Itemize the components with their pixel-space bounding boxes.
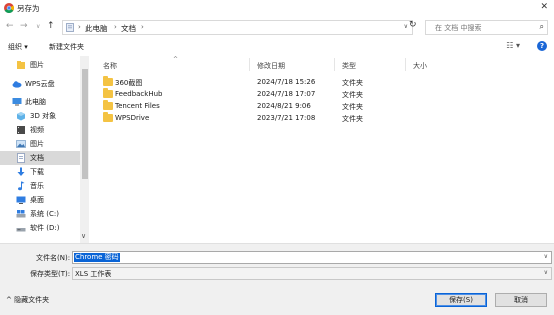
help-icon[interactable]: ? xyxy=(537,41,547,51)
this-pc-icon xyxy=(12,97,22,107)
search-input[interactable] xyxy=(435,22,535,33)
back-arrow-icon[interactable]: ← xyxy=(6,21,14,31)
table-row[interactable]: WPSDrive 2023/7/21 17:08 文件夹 xyxy=(103,112,553,125)
filetype-label: 保存类型(T): xyxy=(30,270,71,278)
filename-value: Chrome 密码 xyxy=(74,253,120,262)
sidebar-item-drive-d[interactable]: 软件 (D:) xyxy=(0,221,80,235)
organize-button[interactable]: 组织 ▾ xyxy=(8,42,28,52)
sidebar-item-music[interactable]: 音乐 xyxy=(0,179,80,193)
new-folder-button[interactable]: 新建文件夹 xyxy=(49,42,84,52)
save-panel: 文件名(N): Chrome 密码 ∨ 保存类型(T): XLS 工作表 ∨ ^… xyxy=(0,243,554,315)
file-list: ^ 名称 修改日期 类型 大小 360截图 2024/7/18 15:26 文件… xyxy=(89,56,554,243)
folder-icon xyxy=(103,112,113,122)
column-header-type[interactable]: 类型 xyxy=(342,61,356,71)
sidebar-item-desktop[interactable]: 桌面 xyxy=(0,193,80,207)
chevron-down-icon[interactable]: ∨ xyxy=(544,269,548,276)
sidebar-item-documents[interactable]: 文档 xyxy=(0,151,80,165)
breadcrumb-separator-icon: › xyxy=(141,23,144,31)
sidebar-item-wps-cloud[interactable]: WPS云盘 xyxy=(0,77,80,91)
sidebar-item-pictures-quick[interactable]: 图片 xyxy=(0,58,80,72)
column-header-name[interactable]: 名称 xyxy=(103,61,117,71)
documents-icon xyxy=(16,153,26,163)
music-icon xyxy=(16,181,26,191)
wps-cloud-icon xyxy=(12,79,22,89)
folder-location-icon xyxy=(66,23,74,32)
sidebar-item-pictures[interactable]: 图片 xyxy=(0,137,80,151)
navigation-pane: 图片 WPS云盘 此电脑 3D 对象 视频 图片 文档 下载 音乐 桌面 系统 … xyxy=(0,56,89,243)
search-box[interactable]: ⌕ xyxy=(425,20,548,35)
folder-icon xyxy=(103,100,113,110)
3d-objects-icon xyxy=(16,111,26,121)
downloads-icon xyxy=(16,167,26,177)
column-divider[interactable] xyxy=(405,58,406,71)
chrome-icon xyxy=(4,3,14,13)
filetype-value: XLS 工作表 xyxy=(75,270,112,278)
chevron-down-icon[interactable]: ∨ xyxy=(544,253,548,260)
sidebar-item-this-pc[interactable]: 此电脑 xyxy=(0,95,80,109)
filetype-select[interactable]: XLS 工作表 ∨ xyxy=(72,267,552,280)
breadcrumb-this-pc[interactable]: 此电脑 xyxy=(85,23,108,34)
recent-locations-icon[interactable]: ∨ xyxy=(36,23,40,30)
filename-field[interactable]: Chrome 密码 ∨ xyxy=(72,251,552,264)
scroll-down-icon[interactable]: ∨ xyxy=(81,232,86,240)
navigation-bar: ← → ∨ ↑ › 此电脑 › 文档 › ∨ ↻ ⌕ xyxy=(0,16,554,38)
drive-c-icon xyxy=(16,209,26,219)
save-button[interactable]: 保存(S) xyxy=(435,293,487,307)
pictures-icon xyxy=(16,139,26,149)
sidebar-item-drive-c[interactable]: 系统 (C:) xyxy=(0,207,80,221)
column-divider[interactable] xyxy=(249,58,250,71)
breadcrumb-separator-icon: › xyxy=(78,23,81,31)
column-header-date[interactable]: 修改日期 xyxy=(257,61,285,71)
chevron-down-icon[interactable]: ∨ xyxy=(404,23,408,30)
sidebar-scrollbar-thumb[interactable] xyxy=(82,69,88,179)
breadcrumb-documents[interactable]: 文档 xyxy=(121,23,136,34)
view-options-icon[interactable]: ☷ ▾ xyxy=(506,41,520,50)
folder-icon xyxy=(103,88,113,98)
filename-label: 文件名(N): xyxy=(36,254,71,262)
sidebar-item-downloads[interactable]: 下载 xyxy=(0,165,80,179)
folder-icon xyxy=(103,76,113,86)
command-toolbar: 组织 ▾ 新建文件夹 ☷ ▾ ? xyxy=(0,38,554,56)
desktop-icon xyxy=(16,195,26,205)
table-row[interactable]: Tencent Files 2024/8/21 9:06 文件夹 xyxy=(103,100,553,113)
window-title: 另存为 xyxy=(17,4,40,13)
breadcrumb-separator-icon: › xyxy=(114,23,117,31)
refresh-icon[interactable]: ↻ xyxy=(409,20,417,30)
sort-ascending-icon: ^ xyxy=(173,56,179,63)
cancel-button[interactable]: 取消 xyxy=(495,293,547,307)
forward-arrow-icon[interactable]: → xyxy=(20,21,28,31)
search-icon[interactable]: ⌕ xyxy=(540,22,544,32)
pictures-folder-icon xyxy=(16,60,26,70)
sidebar-item-videos[interactable]: 视频 xyxy=(0,123,80,137)
column-divider[interactable] xyxy=(334,58,335,71)
table-row[interactable]: 360截图 2024/7/18 15:26 文件夹 xyxy=(103,76,553,89)
column-header-size[interactable]: 大小 xyxy=(413,61,427,71)
videos-icon xyxy=(16,125,26,135)
up-arrow-icon[interactable]: ↑ xyxy=(47,21,55,31)
drive-d-icon xyxy=(16,223,26,233)
title-bar: 另存为 ✕ xyxy=(0,0,554,16)
address-bar[interactable]: › 此电脑 › 文档 › ∨ xyxy=(62,20,413,35)
table-row[interactable]: FeedbackHub 2024/7/18 17:07 文件夹 xyxy=(103,88,553,101)
hide-folders-button[interactable]: ^ 隐藏文件夹 xyxy=(6,295,49,305)
sidebar-item-3d-objects[interactable]: 3D 对象 xyxy=(0,109,80,123)
close-icon[interactable]: ✕ xyxy=(540,2,548,12)
